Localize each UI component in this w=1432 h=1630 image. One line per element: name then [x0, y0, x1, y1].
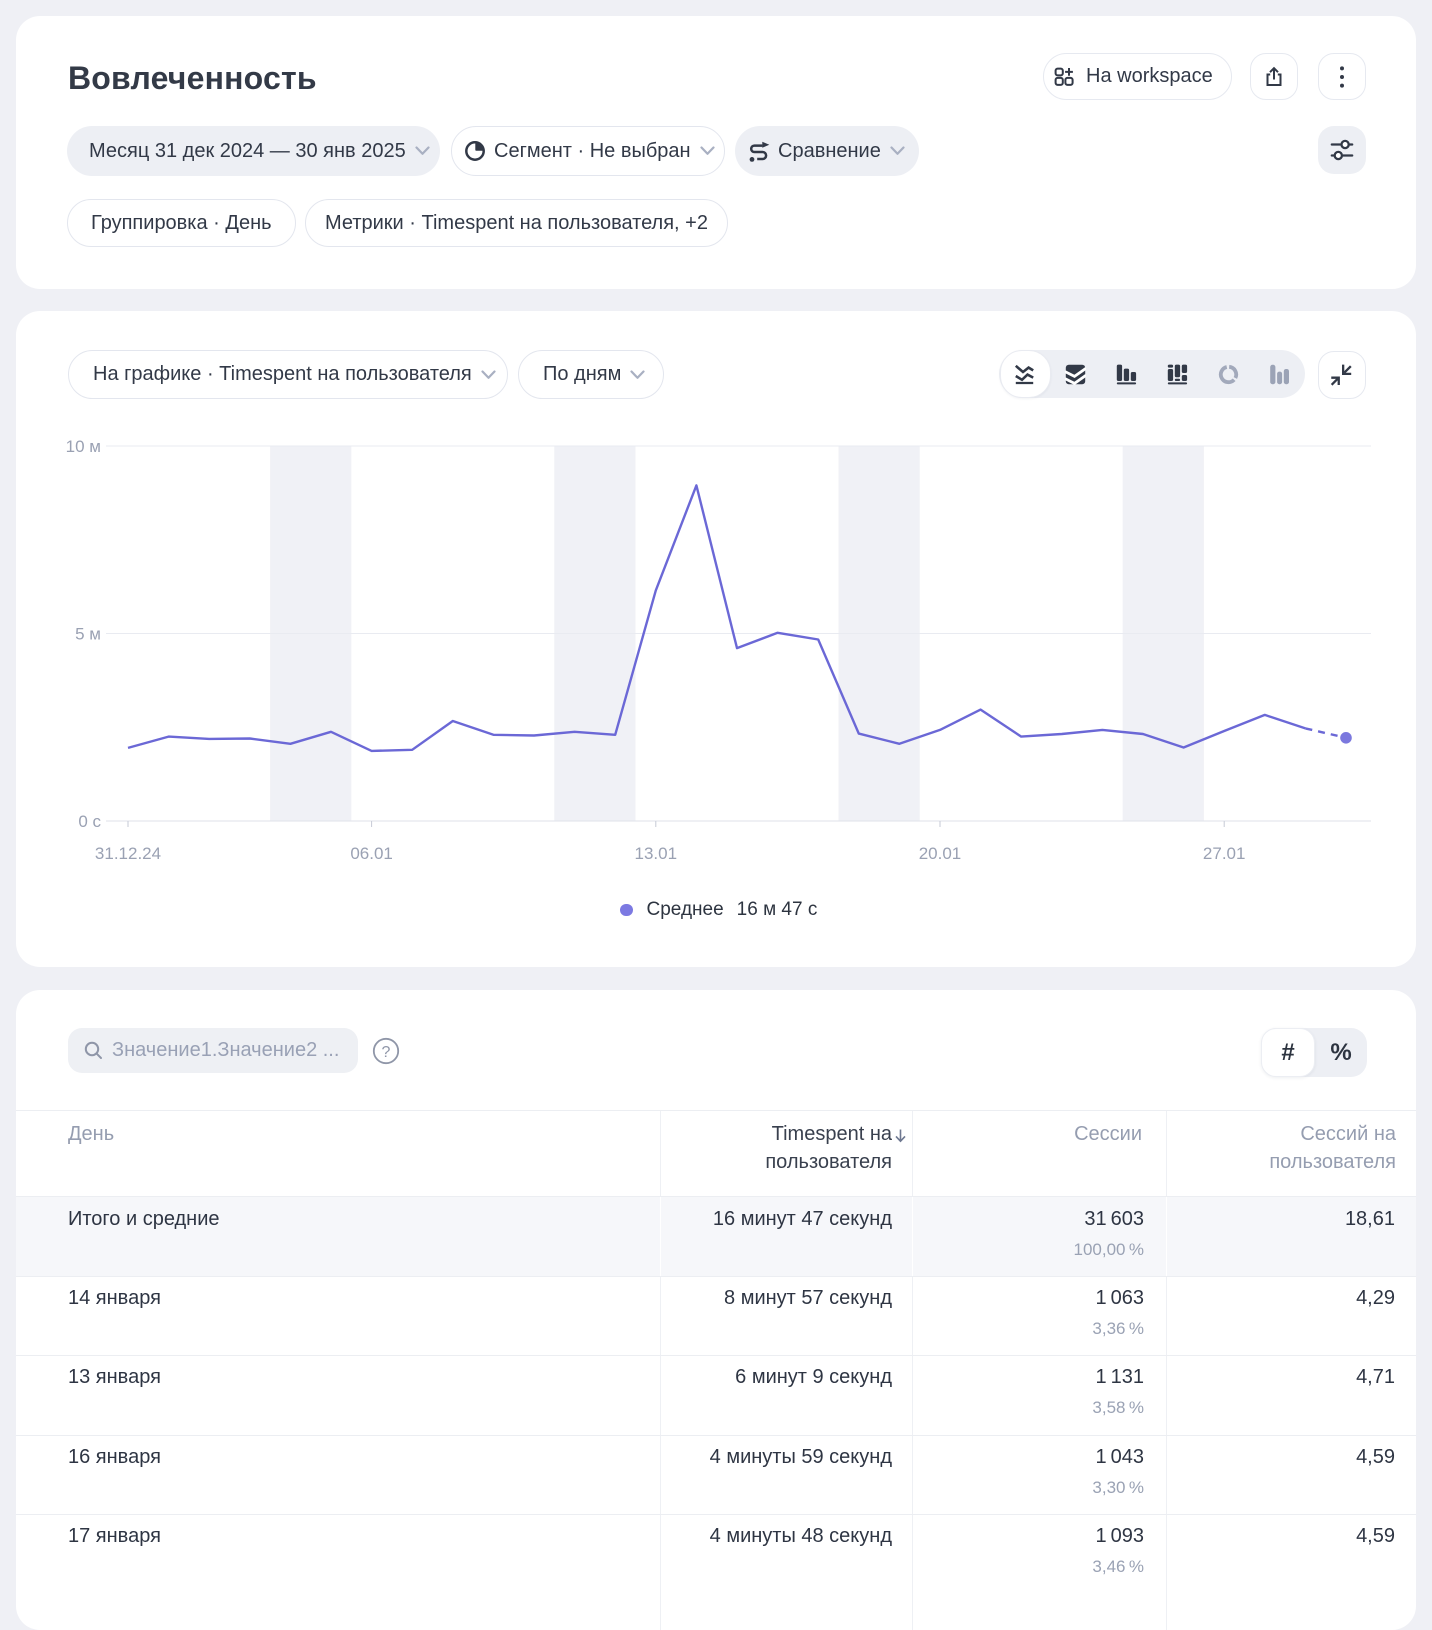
- svg-text:5 м: 5 м: [75, 625, 101, 644]
- svg-text:06.01: 06.01: [350, 844, 393, 863]
- svg-text:31.12.24: 31.12.24: [95, 844, 161, 863]
- svg-text:20.01: 20.01: [919, 844, 962, 863]
- svg-text:13.01: 13.01: [635, 844, 678, 863]
- svg-text:0 с: 0 с: [78, 812, 101, 831]
- svg-text:27.01: 27.01: [1203, 844, 1246, 863]
- svg-text:10 м: 10 м: [66, 437, 101, 456]
- svg-text:?: ?: [382, 1044, 391, 1061]
